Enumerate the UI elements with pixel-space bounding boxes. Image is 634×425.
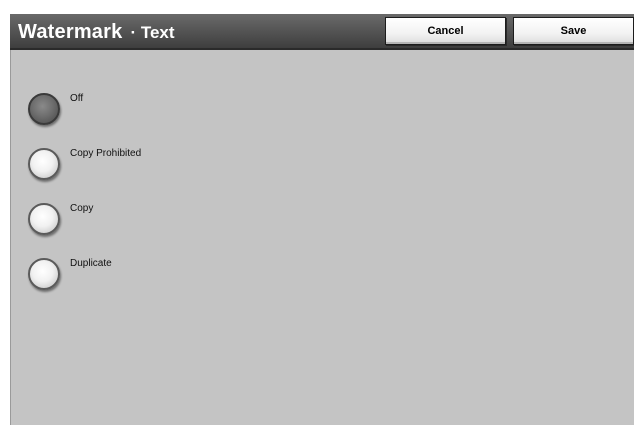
option-label: Duplicate xyxy=(70,258,112,269)
save-button[interactable]: Save xyxy=(513,17,634,45)
cancel-button[interactable]: Cancel xyxy=(385,17,506,45)
option-label: Off xyxy=(70,93,84,104)
page-title-sub: · Text xyxy=(130,23,175,42)
option-label: Copy xyxy=(70,203,94,214)
radio-button[interactable] xyxy=(28,148,60,180)
page-title: Watermark · Text xyxy=(18,18,175,46)
radio-button[interactable] xyxy=(28,258,60,290)
screen: Watermark · Text Cancel Save Off Copy Pro… xyxy=(0,0,634,425)
page-title-main: Watermark xyxy=(18,21,123,43)
option-off[interactable]: Off xyxy=(28,93,268,129)
option-duplicate[interactable]: Duplicate xyxy=(28,258,268,294)
radio-button-selected[interactable] xyxy=(28,93,60,125)
radio-button[interactable] xyxy=(28,203,60,235)
option-copy[interactable]: Copy xyxy=(28,203,268,239)
option-copy-prohibited[interactable]: Copy Prohibited xyxy=(28,148,268,184)
option-label: Copy Prohibited xyxy=(70,148,142,159)
